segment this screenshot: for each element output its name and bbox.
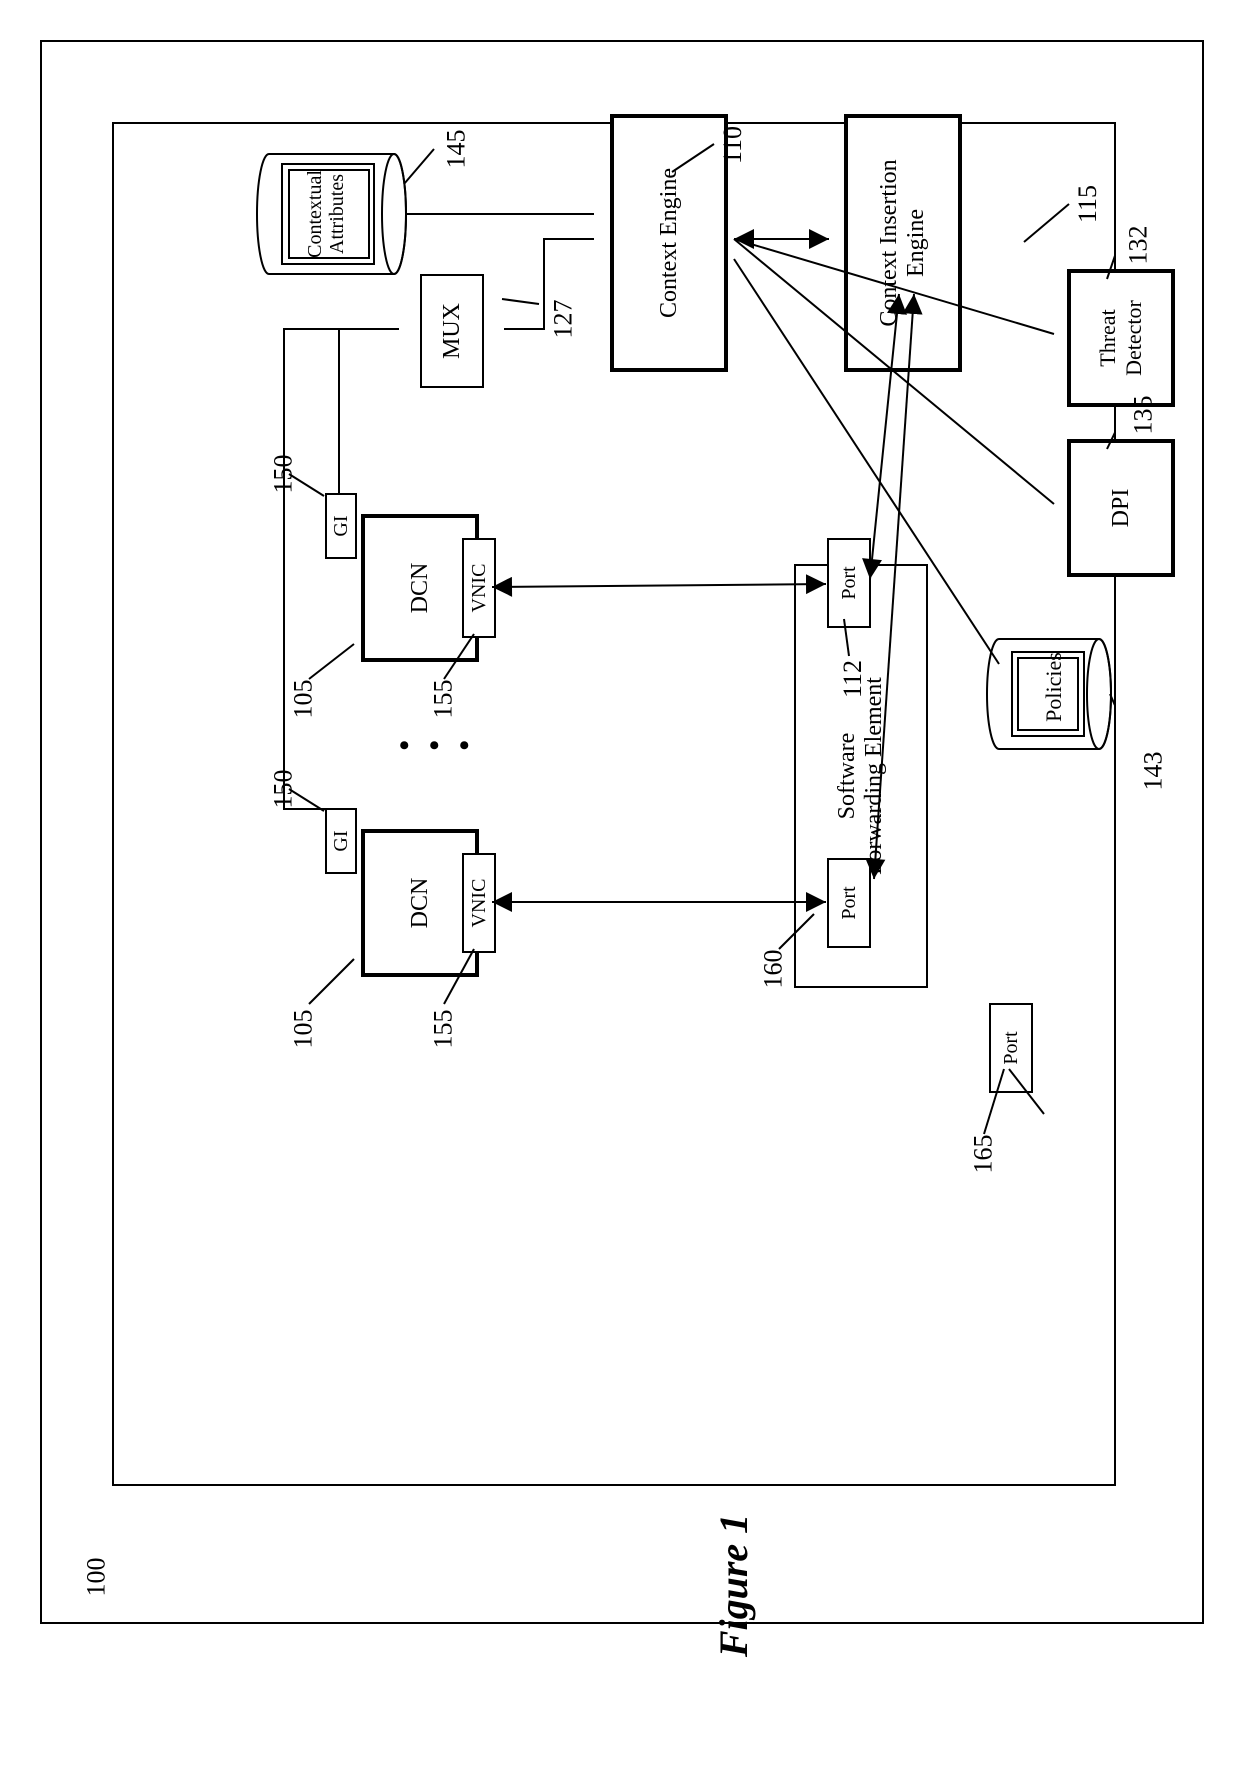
gi-label-r: GI [330, 515, 353, 536]
policies-text: Policies [1041, 652, 1066, 722]
mux-label: MUX [439, 303, 466, 359]
vnic-label-l: VNIC [468, 879, 491, 928]
mux-block: MUX [420, 274, 484, 388]
port-c-label: Port [1000, 1031, 1023, 1064]
vnic-left: VNIC [462, 853, 496, 953]
ref-160: 160 [759, 950, 789, 989]
ref-155-r: 155 [429, 680, 459, 719]
ref-135: 135 [1129, 396, 1159, 435]
contextual-attrs-label: Contextual Attributes [304, 159, 364, 269]
ref-150-l: 150 [269, 770, 299, 809]
ref-165: 165 [969, 1135, 999, 1174]
port-c: Port [989, 1003, 1033, 1093]
gi-right: GI [325, 493, 357, 559]
ref-127: 127 [549, 300, 579, 339]
sfe-label: Software Forwarding Element [834, 677, 888, 875]
dpi-block: DPI [1067, 439, 1175, 577]
context-engine-block: Context Engine [610, 114, 728, 372]
ref-112: 112 [838, 660, 868, 698]
figure-caption-text: Figure 1 [711, 1514, 756, 1657]
gi-label-l: GI [330, 830, 353, 851]
figure-caption: Figure 1 [710, 1514, 757, 1657]
context-insertion-label: Context Insertion Engine [876, 159, 930, 326]
ref-132: 132 [1124, 226, 1154, 265]
port-b-label: Port [838, 886, 861, 919]
ref-105-l: 105 [289, 1010, 319, 1049]
dcn-label: DCN [407, 563, 434, 614]
dcn-ellipsis: • • • [399, 729, 476, 763]
ref-155-l: 155 [429, 1010, 459, 1049]
context-engine-label: Context Engine [656, 168, 683, 318]
vnic-right: VNIC [462, 538, 496, 638]
gi-left: GI [325, 808, 357, 874]
ref-110: 110 [718, 126, 748, 164]
port-a-label: Port [838, 566, 861, 599]
dcn-label-l: DCN [407, 878, 434, 929]
policies-label: Policies [1041, 647, 1067, 727]
ref-143: 143 [1139, 752, 1169, 791]
page-frame: DCN GI VNIC DCN GI VNIC • • • MUX [40, 40, 1204, 1624]
ref-145: 145 [442, 130, 472, 169]
vnic-label-r: VNIC [468, 564, 491, 613]
ref-105-r: 105 [289, 680, 319, 719]
contextual-text: Contextual Attributes [304, 170, 348, 258]
dpi-label: DPI [1108, 489, 1135, 528]
threat-label: Threat Detector [1095, 300, 1147, 376]
port-a: Port [827, 538, 871, 628]
ref-100: 100 [82, 1558, 112, 1597]
port-b: Port [827, 858, 871, 948]
context-insertion-block: Context Insertion Engine [844, 114, 962, 372]
ref-115: 115 [1073, 185, 1103, 223]
threat-detector-block: Threat Detector [1067, 269, 1175, 407]
ref-150-r: 150 [269, 455, 299, 494]
diagram-frame: DCN GI VNIC DCN GI VNIC • • • MUX [112, 122, 1116, 1486]
